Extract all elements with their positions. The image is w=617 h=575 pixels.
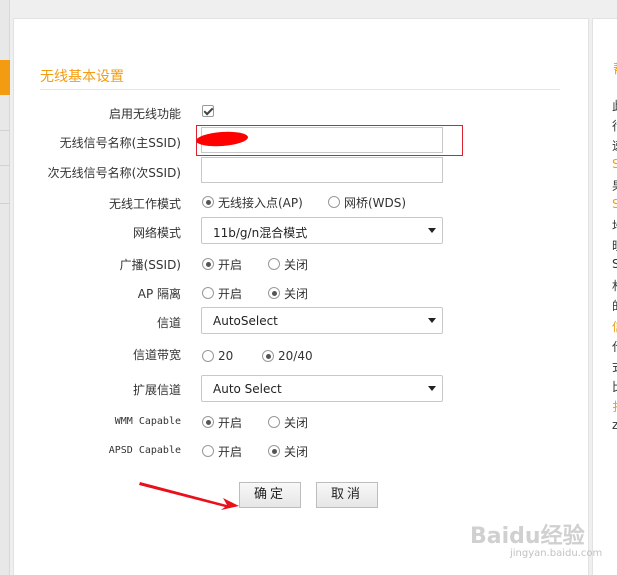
broadcast-off-label: 关闭 bbox=[284, 258, 309, 272]
help-text-fragment: 扌 bbox=[612, 398, 617, 415]
channel-label: 信道 bbox=[156, 316, 181, 330]
ap-isolation-off-label: 关闭 bbox=[284, 287, 309, 301]
ap-isolation-off-radio[interactable] bbox=[268, 287, 280, 299]
help-text-fragment: 代 bbox=[612, 338, 617, 355]
wmm-on-radio[interactable] bbox=[202, 416, 214, 428]
wmm-label: WMM Capable bbox=[114, 416, 181, 427]
broadcast-off-radio[interactable] bbox=[268, 258, 280, 270]
help-text-fragment: 地 bbox=[612, 217, 617, 234]
left-nav-active-marker[interactable] bbox=[0, 60, 10, 95]
work-mode-wds-radio[interactable] bbox=[328, 196, 340, 208]
help-text-fragment: 式 bbox=[612, 358, 617, 375]
enable-wireless-label: 启用无线功能 bbox=[108, 107, 181, 121]
annotation-arrow-icon bbox=[139, 482, 239, 510]
section-title: 无线基本设置 bbox=[40, 69, 124, 85]
bandwidth-20-radio[interactable] bbox=[202, 350, 214, 362]
help-text-fragment: 速 bbox=[612, 137, 617, 154]
network-mode-value: 11b/g/n混合模式 bbox=[213, 226, 308, 240]
work-mode-ap-label: 无线接入点(AP) bbox=[218, 196, 303, 210]
help-text-fragment: S bbox=[612, 197, 617, 211]
work-mode-label: 无线工作模式 bbox=[108, 197, 181, 211]
watermark-url-text: jingyan.baidu.com bbox=[510, 548, 603, 559]
ext-channel-select[interactable]: Auto Select bbox=[201, 375, 443, 402]
left-nav-divider bbox=[0, 130, 10, 131]
dropdown-arrow-icon bbox=[428, 228, 436, 233]
dropdown-arrow-icon bbox=[428, 318, 436, 323]
network-mode-select[interactable]: 11b/g/n混合模式 bbox=[201, 217, 443, 244]
network-mode-label: 网络模式 bbox=[132, 226, 181, 240]
ext-channel-value: Auto Select bbox=[213, 382, 282, 396]
help-text-fragment: z bbox=[612, 418, 617, 432]
ssid-highlight-box bbox=[196, 125, 463, 156]
ssid-label: 无线信号名称(主SSID) bbox=[59, 136, 181, 150]
bandwidth-20-label: 20 bbox=[218, 349, 234, 363]
wmm-off-label: 关闭 bbox=[284, 416, 309, 430]
help-text-fragment: 的 bbox=[612, 297, 617, 314]
help-text-fragment: 旺 bbox=[612, 237, 617, 254]
bandwidth-2040-radio[interactable] bbox=[262, 350, 274, 362]
help-text-fragment: 杉 bbox=[612, 277, 617, 294]
channel-value: AutoSelect bbox=[213, 314, 278, 328]
ssid2-input[interactable] bbox=[201, 157, 443, 183]
wmm-off-radio[interactable] bbox=[268, 416, 280, 428]
help-text-fragment: 此 bbox=[612, 97, 617, 114]
apsd-off-radio[interactable] bbox=[268, 445, 280, 457]
watermark-main-text: Baidu经验 bbox=[470, 524, 585, 549]
confirm-button[interactable]: 确定 bbox=[239, 482, 301, 508]
apsd-on-radio[interactable] bbox=[202, 445, 214, 457]
help-text-fragment: 果 bbox=[612, 177, 617, 194]
help-text-fragment: S bbox=[612, 157, 617, 171]
help-text-fragment: 信 bbox=[612, 318, 617, 335]
ap-isolation-on-radio[interactable] bbox=[202, 287, 214, 299]
dropdown-arrow-icon bbox=[428, 386, 436, 391]
bandwidth-label: 信道带宽 bbox=[132, 348, 181, 362]
work-mode-ap-radio[interactable] bbox=[202, 196, 214, 208]
help-text-fragment: 比 bbox=[612, 378, 617, 395]
ap-isolation-on-label: 开启 bbox=[218, 287, 243, 301]
help-title: 帮 bbox=[613, 59, 617, 79]
bandwidth-2040-label: 20/40 bbox=[278, 349, 313, 363]
broadcast-on-radio[interactable] bbox=[202, 258, 214, 270]
broadcast-on-label: 开启 bbox=[218, 258, 243, 272]
ap-isolation-label: AP 隔离 bbox=[137, 287, 181, 301]
cancel-button[interactable]: 取消 bbox=[316, 482, 378, 508]
apsd-on-label: 开启 bbox=[218, 445, 243, 459]
broadcast-label: 广播(SSID) bbox=[119, 258, 181, 272]
work-mode-wds-label: 网桥(WDS) bbox=[344, 196, 407, 210]
channel-select[interactable]: AutoSelect bbox=[201, 307, 443, 334]
apsd-off-label: 关闭 bbox=[284, 445, 309, 459]
title-divider bbox=[40, 89, 560, 90]
baidu-watermark: Baidu经验 jingyan.baidu.com bbox=[470, 518, 602, 559]
help-text-fragment: S bbox=[612, 257, 617, 271]
wmm-on-label: 开启 bbox=[218, 416, 243, 430]
help-text-fragment: 行 bbox=[612, 117, 617, 134]
enable-wireless-checkbox[interactable] bbox=[202, 105, 214, 117]
apsd-label: APSD Capable bbox=[108, 445, 181, 456]
ssid2-label: 次无线信号名称(次SSID) bbox=[47, 166, 181, 180]
ext-channel-label: 扩展信道 bbox=[132, 383, 181, 397]
